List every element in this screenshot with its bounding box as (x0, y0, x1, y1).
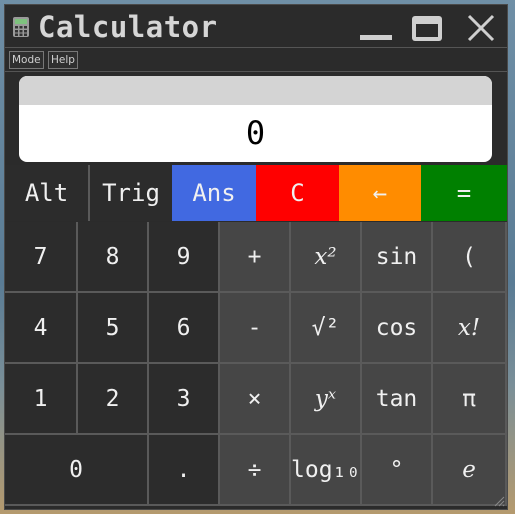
clear-button[interactable]: C (256, 165, 339, 221)
display-panel: 0 (19, 76, 492, 162)
key-1[interactable]: 1 (5, 364, 78, 435)
key-decimal[interactable]: . (149, 435, 220, 506)
key-7[interactable]: 7 (5, 222, 78, 293)
key-5[interactable]: 5 (78, 293, 149, 364)
key-pi[interactable]: π (433, 364, 507, 435)
key-divide[interactable]: ÷ (220, 435, 291, 506)
title-separator (5, 47, 507, 48)
key-factorial[interactable]: x! (433, 293, 507, 364)
key-power[interactable]: yˣ (291, 364, 362, 435)
key-cos[interactable]: cos (362, 293, 433, 364)
result-display: 0 (245, 114, 266, 152)
close-icon[interactable] (463, 13, 499, 43)
key-square[interactable]: x² (291, 222, 362, 293)
minimize-icon[interactable] (358, 13, 394, 43)
key-log10[interactable]: log₁₀ (291, 435, 362, 506)
key-minus[interactable]: - (220, 293, 291, 364)
ans-button[interactable]: Ans (172, 165, 256, 221)
alt-button[interactable]: Alt (5, 165, 90, 221)
keypad: 7 8 9 + x² sin ( 4 5 6 - √² cos x! 1 2 3… (5, 222, 507, 506)
key-degree[interactable]: ° (362, 435, 433, 506)
key-2[interactable]: 2 (78, 364, 149, 435)
key-sin[interactable]: sin (362, 222, 433, 293)
backspace-button[interactable]: ← (339, 165, 421, 221)
key-0[interactable]: 0 (5, 435, 149, 506)
function-row: Alt Trig Ans C ← = (5, 165, 507, 222)
menu-help[interactable]: Help (48, 51, 78, 69)
calculator-window: Calculator Mode Help 0 Alt Trig Ans C ← … (4, 4, 508, 510)
key-3[interactable]: 3 (149, 364, 220, 435)
trig-button[interactable]: Trig (90, 165, 172, 221)
title-bar[interactable]: Calculator (5, 5, 507, 47)
key-6[interactable]: 6 (149, 293, 220, 364)
key-open-paren[interactable]: ( (433, 222, 507, 293)
key-tan[interactable]: tan (362, 364, 433, 435)
key-sqrt[interactable]: √² (291, 293, 362, 364)
key-multiply[interactable]: × (220, 364, 291, 435)
expression-display (19, 76, 492, 105)
key-plus[interactable]: + (220, 222, 291, 293)
window-title: Calculator (38, 10, 218, 44)
maximize-icon[interactable] (409, 13, 445, 43)
menu-mode[interactable]: Mode (9, 51, 44, 69)
equals-button[interactable]: = (421, 165, 507, 221)
key-8[interactable]: 8 (78, 222, 149, 293)
calculator-icon (13, 17, 29, 37)
key-9[interactable]: 9 (149, 222, 220, 293)
resize-grip-icon[interactable] (493, 495, 505, 507)
menu-separator (5, 71, 507, 72)
key-4[interactable]: 4 (5, 293, 78, 364)
